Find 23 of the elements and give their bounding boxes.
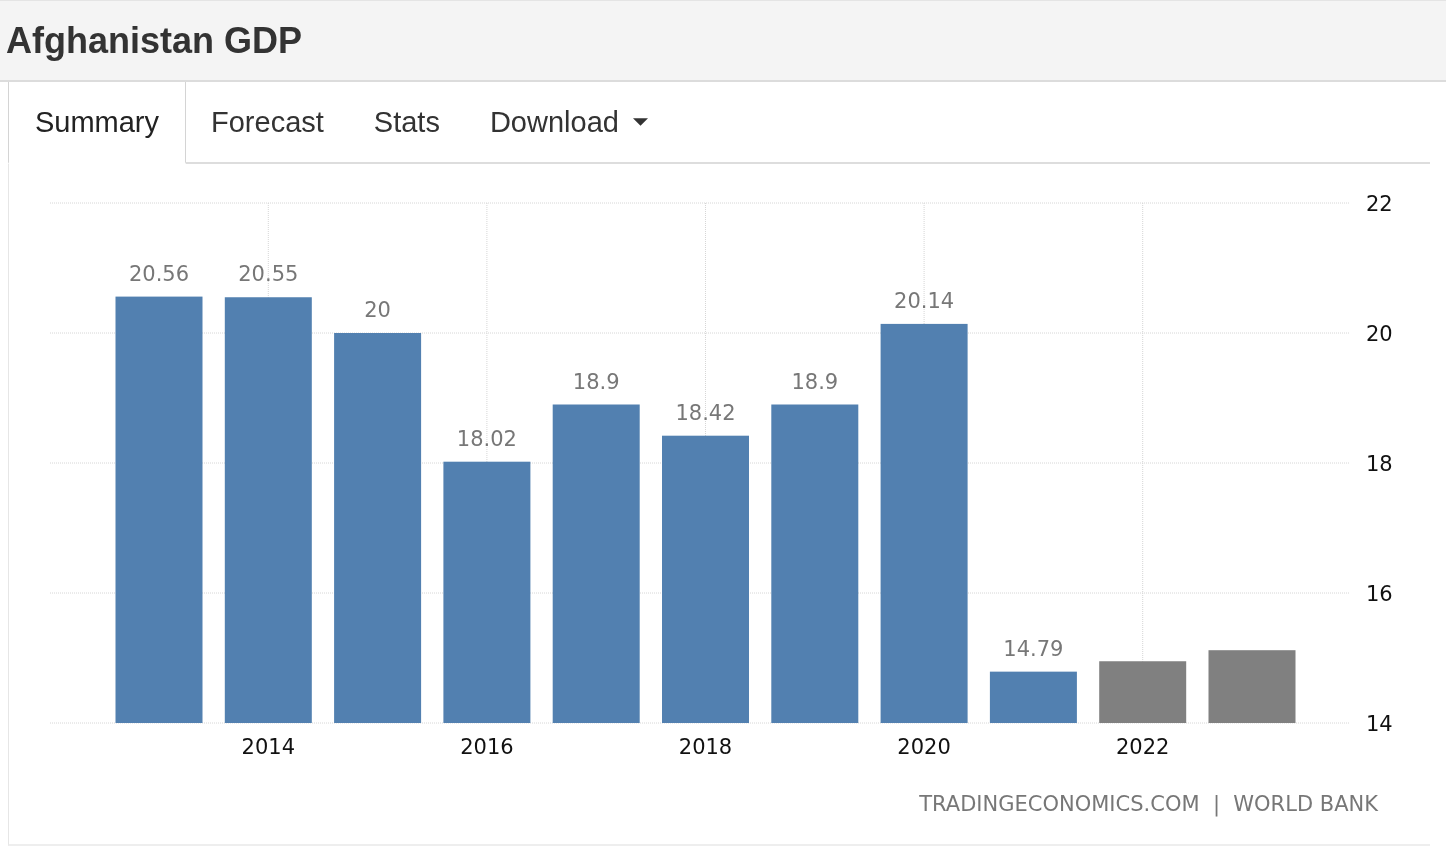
x-axis-label: 2018 <box>678 735 733 759</box>
value-label: 18.9 <box>791 369 839 394</box>
y-axis-label: 20 <box>1366 322 1393 346</box>
value-label: 20 <box>364 298 391 322</box>
y-axis-label: 18 <box>1366 452 1393 476</box>
caret-icon <box>632 118 648 126</box>
value-label: 20.56 <box>128 261 190 286</box>
tab[interactable]: Summary <box>8 82 186 164</box>
value-label: 20.14 <box>894 288 955 313</box>
value-label: 14.79 <box>1003 636 1064 661</box>
x-axis-label: 2014 <box>241 735 296 759</box>
value-label: 18.9 <box>572 369 620 394</box>
page-title: Afghanistan GDP <box>6 19 302 62</box>
x-axis-label: 2016 <box>460 735 514 759</box>
y-axis-label: 16 <box>1366 582 1393 606</box>
x-axis-label: 2022 <box>1115 735 1170 759</box>
value-label: 18.42 <box>675 400 736 425</box>
value-label: 18.02 <box>456 426 517 451</box>
x-axis-label: 2020 <box>897 735 951 759</box>
value-label: 20.55 <box>238 262 299 287</box>
y-axis-label: 22 <box>1366 192 1393 216</box>
chart-source: TRADINGECONOMICS.COM | WORLD BANK <box>919 791 1379 816</box>
y-axis-label: 14 <box>1366 712 1393 736</box>
